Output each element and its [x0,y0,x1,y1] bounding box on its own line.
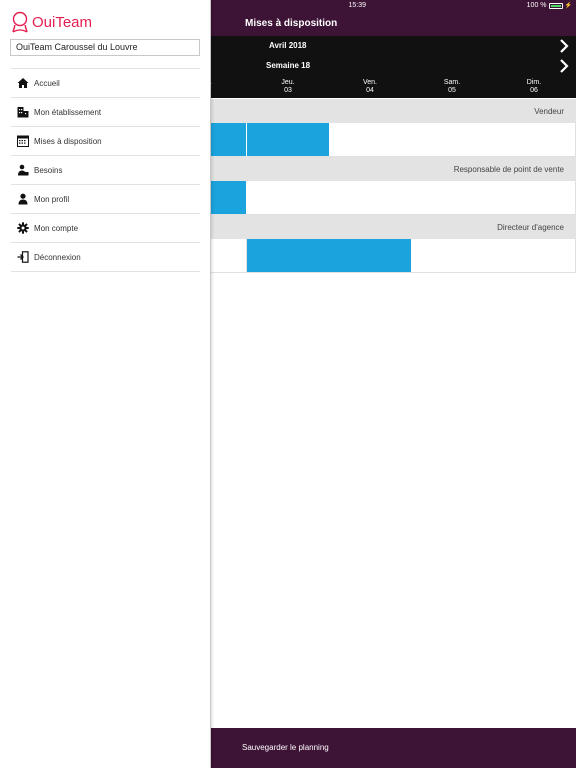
day-name: Ven. [362,79,377,86]
status-bar: 15:39 100 % ⚡ [211,0,576,14]
day-header: Jeu. 03 [247,79,329,95]
section-header-responsable: Responsable de point de vente [211,157,576,181]
planning-row [211,123,576,157]
person-icon [17,193,29,205]
day-header: . [211,79,252,87]
day-name: Dim. [526,79,542,86]
sidebar-item-compte[interactable]: Mon compte [11,214,200,243]
sidebar-item-etablissement[interactable]: Mon établissement [11,98,200,127]
week-bar: Semaine 18 [211,56,576,76]
planning-cell-empty[interactable] [329,181,412,215]
sidebar-item-label: Mises à disposition [34,136,102,146]
next-week-chevron-icon[interactable] [557,58,571,74]
next-month-chevron-icon[interactable] [557,38,571,54]
main-panel: 15:39 100 % ⚡ Mises à disposition Avril … [211,0,576,768]
sidebar-item-label: Besoins [34,165,63,175]
planning-row [211,181,576,215]
section-header-vendeur: Vendeur [211,99,576,123]
footer-bar: Sauvegarder le planning [211,728,576,768]
month-label: Avril 2018 [269,41,307,50]
home-icon [17,77,29,89]
logo: OuiTeam [11,11,92,33]
sidebar-item-profil[interactable]: Mon profil [11,185,200,214]
establishment-field[interactable]: OuiTeam Caroussel du Louvre [10,39,200,56]
planning-cell-filled[interactable] [211,181,247,215]
sidebar-item-label: Accueil [34,78,60,88]
building-icon [17,106,29,118]
day-number: 06 [530,87,538,94]
day-number: 04 [366,87,374,94]
battery-icon [548,2,563,9]
gear-icon [17,222,29,234]
sidebar-item-label: Mon profil [34,194,70,204]
logout-icon [17,251,29,263]
day-name: Jeu. [281,79,295,86]
status-time: 15:39 [348,2,366,9]
day-name: . [211,79,252,87]
sidebar-item-label: Déconnexion [34,252,81,262]
section-title: Vendeur [534,107,564,116]
save-planning-button[interactable]: Sauvegarder le planning [242,743,329,752]
day-header: Dim. 06 [493,79,575,95]
section-header-directeur: Directeur d'agence [211,215,576,239]
day-number: 05 [448,87,456,94]
sidebar-menu: Accueil Mon établissement Mises à dispos… [11,68,200,272]
week-label: Semaine 18 [266,61,311,70]
sidebar-item-accueil[interactable]: Accueil [11,69,200,98]
planning-cell-empty[interactable] [493,239,576,273]
day-name: Sam. [443,79,461,86]
planning-cell-filled[interactable] [211,123,247,157]
planning-cell-empty[interactable] [411,123,494,157]
month-bar: Avril 2018 [211,36,576,56]
planning-cell-empty[interactable] [493,181,576,215]
sidebar: OuiTeam OuiTeam Caroussel du Louvre Accu… [0,0,211,768]
brand-name: OuiTeam [32,13,93,31]
day-header: Sam. 05 [411,79,493,95]
section-title: Directeur d'agence [497,223,564,232]
sidebar-item-mises-a-disposition[interactable]: Mises à disposition [11,127,200,156]
sidebar-item-besoins[interactable]: Besoins [11,156,200,185]
planning-cell-empty[interactable] [329,123,412,157]
planning-cell-empty[interactable] [211,239,247,273]
section-title: Responsable de point de vente [453,165,564,174]
planning-cell-empty[interactable] [247,181,330,215]
days-header: . Jeu. 03 Ven. 04 Sam. 05 Dim. 06 [211,76,576,98]
ouiteam-logo-icon [12,11,28,33]
sidebar-item-label: Mon compte [34,223,79,233]
planning-cell-filled[interactable] [247,239,330,273]
calendar-icon [17,135,29,147]
battery-percent: 100 % [526,2,547,9]
planning-cell-filled[interactable] [329,239,412,273]
page-title: Mises à disposition [245,18,338,29]
day-header: Ven. 04 [329,79,411,95]
planning-row [211,239,576,273]
charging-icon: ⚡ [564,3,572,9]
planning-cell-filled[interactable] [247,123,330,157]
title-bar: Mises à disposition [211,14,576,36]
day-number: 03 [284,87,292,94]
planning-cell-empty[interactable] [493,123,576,157]
planning-cell-empty[interactable] [411,239,494,273]
planning-cell-empty[interactable] [411,181,494,215]
sidebar-item-label: Mon établissement [34,107,102,117]
sidebar-item-deconnexion[interactable]: Déconnexion [11,243,200,272]
person-briefcase-icon [17,164,29,176]
battery-indicator: 100 % ⚡ [527,2,572,9]
